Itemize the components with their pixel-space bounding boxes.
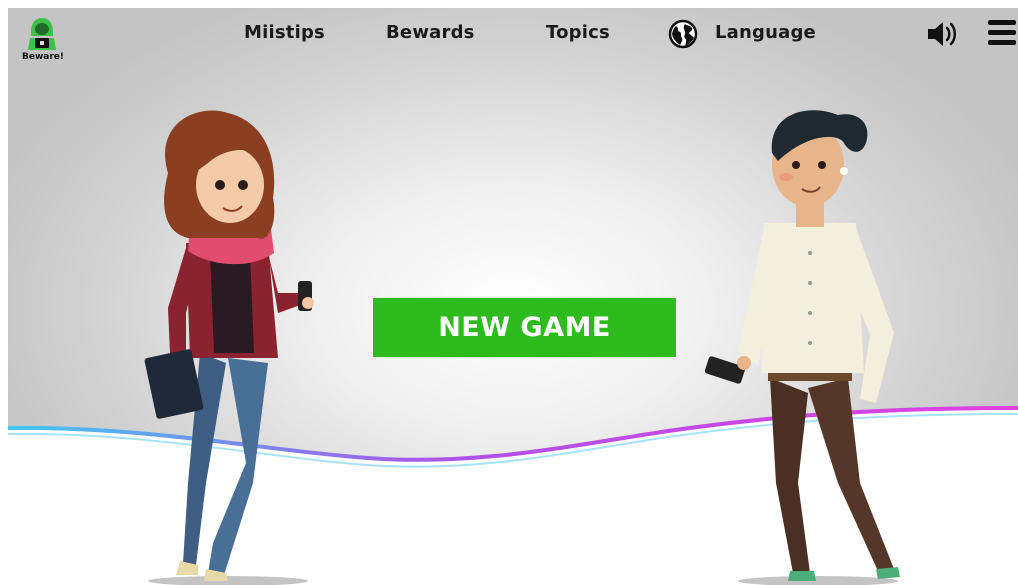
new-game-button[interactable]: NEW GAME: [373, 298, 676, 357]
menu-bar: [988, 40, 1016, 45]
menu-bar: [988, 30, 1016, 35]
menu-bar: [988, 20, 1016, 25]
hamburger-menu-icon[interactable]: [988, 20, 1016, 48]
nav-topics[interactable]: Topics: [546, 22, 610, 43]
logo-label: Beware!: [22, 52, 64, 62]
nav-bewards[interactable]: Bewards: [386, 22, 475, 43]
man-character: [704, 110, 900, 585]
top-navigation-bar: Beware! Miistips Bewards Topics Language: [8, 8, 1018, 62]
beware-logo[interactable]: Beware!: [22, 16, 64, 66]
hacker-icon: [28, 18, 56, 50]
game-stage: Beware! Miistips Bewards Topics Language: [8, 8, 1018, 585]
speaker-icon[interactable]: [926, 20, 960, 48]
nav-miistips[interactable]: Miistips: [244, 22, 325, 43]
globe-icon[interactable]: [668, 19, 698, 49]
nav-language[interactable]: Language: [715, 22, 816, 43]
woman-character: [144, 110, 314, 585]
